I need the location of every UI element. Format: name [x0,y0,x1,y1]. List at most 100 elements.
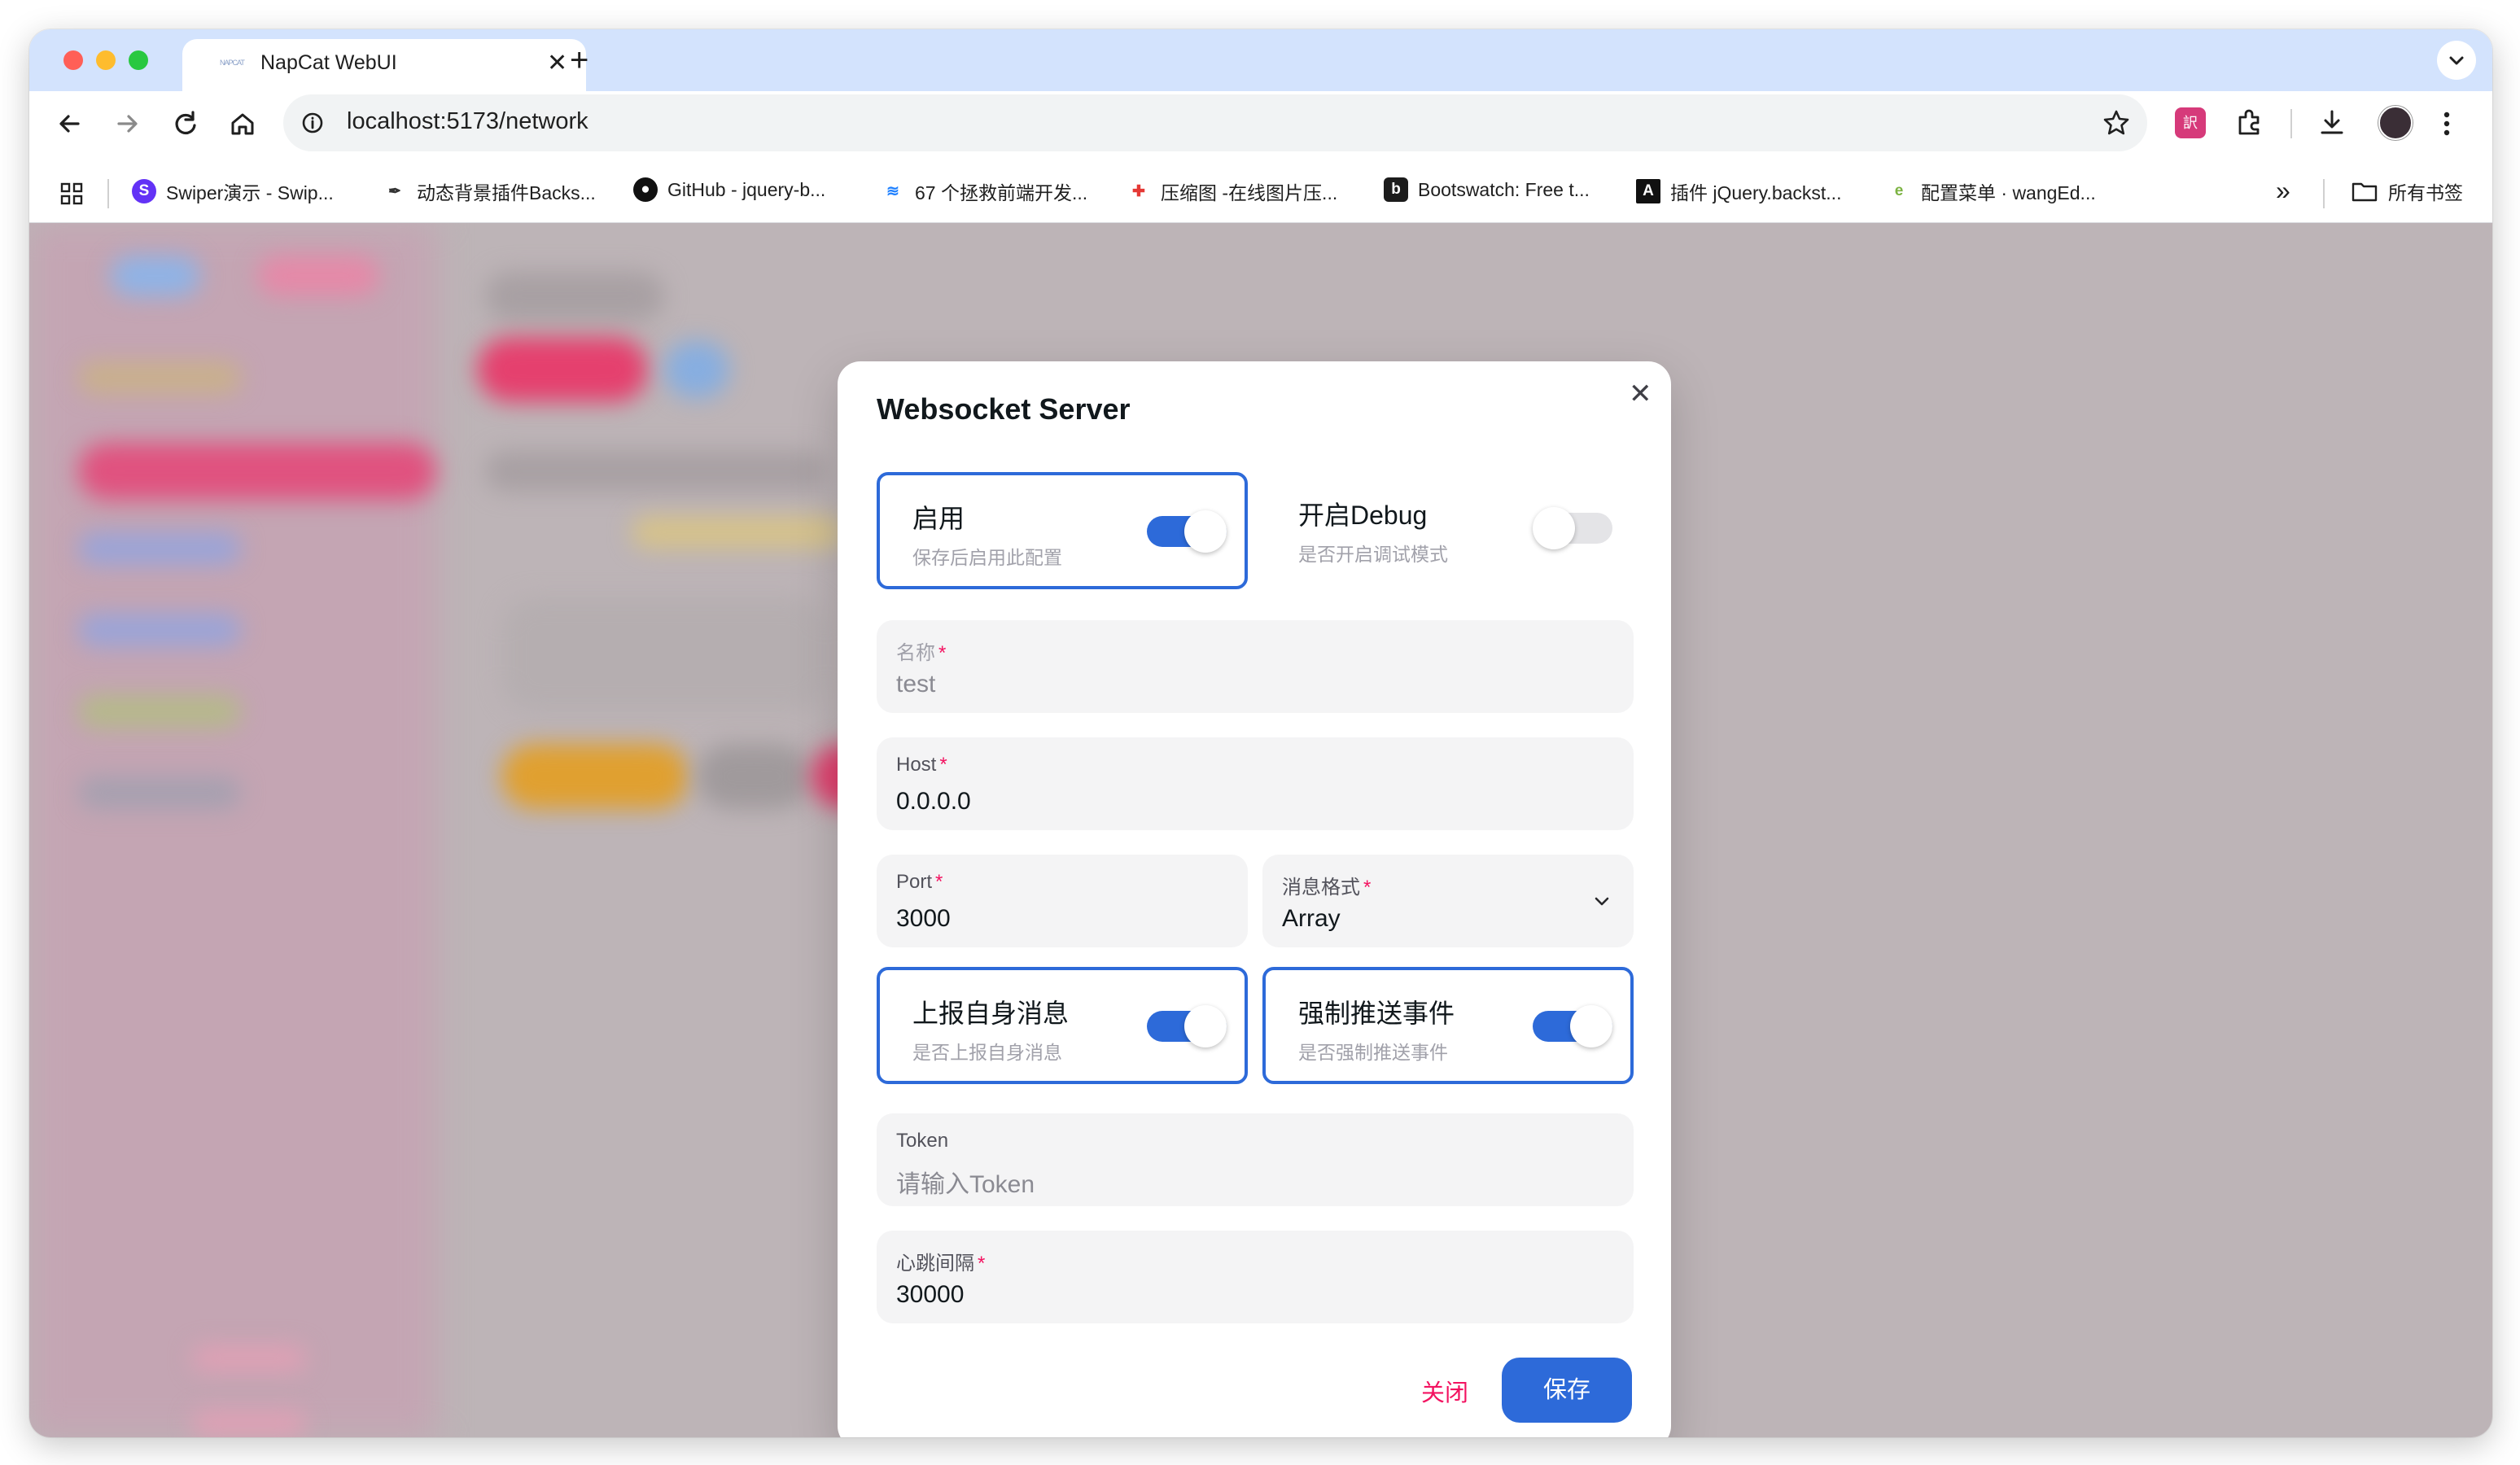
swiper-icon: S [132,179,156,203]
blurred-sidebar [29,223,436,1437]
bookmark-item[interactable]: ≋ 67 个拯救前端开发... [881,177,1087,205]
profile-avatar[interactable] [2378,106,2413,140]
tab-napcat[interactable]: NAPCAT NapCat WebUI ✕ [182,39,586,91]
browser-toolbar: localhost:5173/network 訳 [29,91,2492,164]
required-mark: * [1363,877,1372,899]
compress-icon: ✚ [1132,182,1145,200]
name-field[interactable]: 名称 * test [877,620,1634,713]
heartbeat-interval-field[interactable]: 心跳间隔 * 30000 [877,1231,1634,1323]
blurred-logo [111,256,200,296]
more-bookmarks-chevron-icon[interactable]: » [2276,176,2290,206]
juejin-icon: ≋ [886,182,899,200]
bookmark-item[interactable]: e 配置菜单 · wangEd... [1887,177,2096,205]
blurred-button [697,744,811,809]
force-push-switch-card[interactable]: 强制推送事件 是否强制推送事件 [1262,967,1634,1084]
page-content-backdrop: Websocket Server ✕ 启用 保存后启用此配置 开启Debug 是… [29,223,2492,1437]
report-self-title: 上报自身消息 [912,999,1070,1028]
blurred-button [477,337,648,402]
blurred-nav [78,614,241,646]
port-field[interactable]: Port * 3000 [877,855,1248,947]
bookmark-item[interactable]: ✚ 压缩图 -在线图片压... [1127,177,1337,205]
address-bar[interactable]: localhost:5173/network [283,94,2147,151]
bookmarks-divider [2323,179,2325,208]
bookmark-label: Bootswatch: Free t... [1418,178,1590,200]
required-mark: * [978,1253,986,1275]
download-icon[interactable] [2313,104,2351,142]
bookmark-item[interactable]: A 插件 jQuery.backst... [1636,177,1841,205]
blurred-button [664,341,729,398]
host-field[interactable]: Host * 0.0.0.0 [877,737,1634,830]
github-icon: ● [633,177,658,202]
save-button[interactable]: 保存 [1502,1358,1632,1423]
enable-toggle[interactable] [1147,510,1227,553]
folder-icon [2352,182,2378,202]
bookmarks-bar: S Swiper演示 - Swip... ✒ 动态背景插件Backs... ● … [29,164,2492,223]
blurred-nav [78,532,241,565]
report-self-toggle[interactable] [1147,1005,1227,1047]
bookmark-item[interactable]: ● GitHub - jquery-b... [633,177,825,202]
force-push-toggle[interactable] [1533,1005,1612,1047]
translate-extension-icon[interactable]: 訳 [2175,107,2206,138]
bookmark-item[interactable]: b Bootswatch: Free t... [1384,177,1590,202]
new-tab-button[interactable]: + [570,41,588,80]
blurred-button [501,744,689,809]
bookmark-label: 配置菜单 · wangEd... [1921,182,2096,203]
bookmark-label: GitHub - jquery-b... [667,178,826,200]
bookmark-item[interactable]: S Swiper演示 - Swip... [132,177,334,205]
enable-switch-card[interactable]: 启用 保存后启用此配置 [877,472,1248,589]
force-push-title: 强制推送事件 [1298,999,1455,1028]
more-menu-icon[interactable] [2432,106,2461,142]
report-self-switch-card[interactable]: 上报自身消息 是否上报自身消息 [877,967,1248,1084]
close-icon[interactable]: ✕ [1629,378,1652,410]
port-label: Port [896,871,933,893]
bookmark-label: 动态背景插件Backs... [417,182,596,203]
required-mark: * [935,871,943,893]
token-field[interactable]: Token 请输入Token [877,1113,1634,1206]
bookmark-label: 插件 jQuery.backst... [1670,182,1842,203]
force-push-subtitle: 是否强制推送事件 [1298,1042,1448,1063]
tab-title: NapCat WebUI [260,51,397,74]
message-format-select[interactable]: 消息格式 * Array [1262,855,1634,947]
blurred-active-nav [78,443,436,500]
blurred-nav [78,776,241,809]
debug-subtitle: 是否开启调试模式 [1298,544,1448,565]
chevron-down-icon [2449,56,2464,65]
enable-title: 启用 [912,504,965,533]
site-info-icon[interactable] [298,108,327,138]
forward-icon[interactable] [109,106,145,142]
blurred-card [501,597,827,711]
blurred-footer [192,1346,306,1371]
all-bookmarks-label: 所有书签 [2388,182,2463,203]
maximize-window-button[interactable] [129,50,148,70]
format-label: 消息格式 [1282,877,1360,899]
close-window-button[interactable] [63,50,83,70]
home-icon[interactable] [225,106,260,142]
apps-grid-icon[interactable] [57,179,86,208]
close-button[interactable]: 关闭 [1391,1361,1498,1426]
blurred-tabs [485,451,827,492]
websocket-server-dialog: Websocket Server ✕ 启用 保存后启用此配置 开启Debug 是… [838,361,1671,1437]
tab-close-icon[interactable]: ✕ [547,48,567,79]
debug-title: 开启Debug [1298,501,1428,530]
report-self-subtitle: 是否上报自身消息 [912,1042,1062,1063]
extensions-puzzle-icon[interactable] [2230,104,2268,142]
debug-toggle[interactable] [1533,507,1612,549]
name-value: test [896,671,936,698]
url-text: localhost:5173/network [347,108,588,134]
port-value: 3000 [896,905,951,932]
debug-switch-card[interactable]: 开启Debug 是否开启调试模式 [1262,472,1634,589]
blurred-header [485,272,664,321]
back-icon[interactable] [52,106,88,142]
reload-icon[interactable] [168,106,203,142]
tab-search-button[interactable] [2437,41,2476,80]
bookmark-label: 压缩图 -在线图片压... [1161,182,1338,203]
bookmark-item[interactable]: ✒ 动态背景插件Backs... [383,177,596,205]
bookmarks-divider [107,179,109,208]
bookmark-star-icon[interactable] [2100,107,2133,139]
bookmark-label: Swiper演示 - Swip... [166,182,334,203]
all-bookmarks-folder[interactable]: 所有书签 [2351,177,2463,205]
heartbeat-label: 心跳间隔 [896,1253,974,1275]
blurred-nav [78,361,241,394]
minimize-window-button[interactable] [96,50,116,70]
host-value: 0.0.0.0 [896,788,971,815]
